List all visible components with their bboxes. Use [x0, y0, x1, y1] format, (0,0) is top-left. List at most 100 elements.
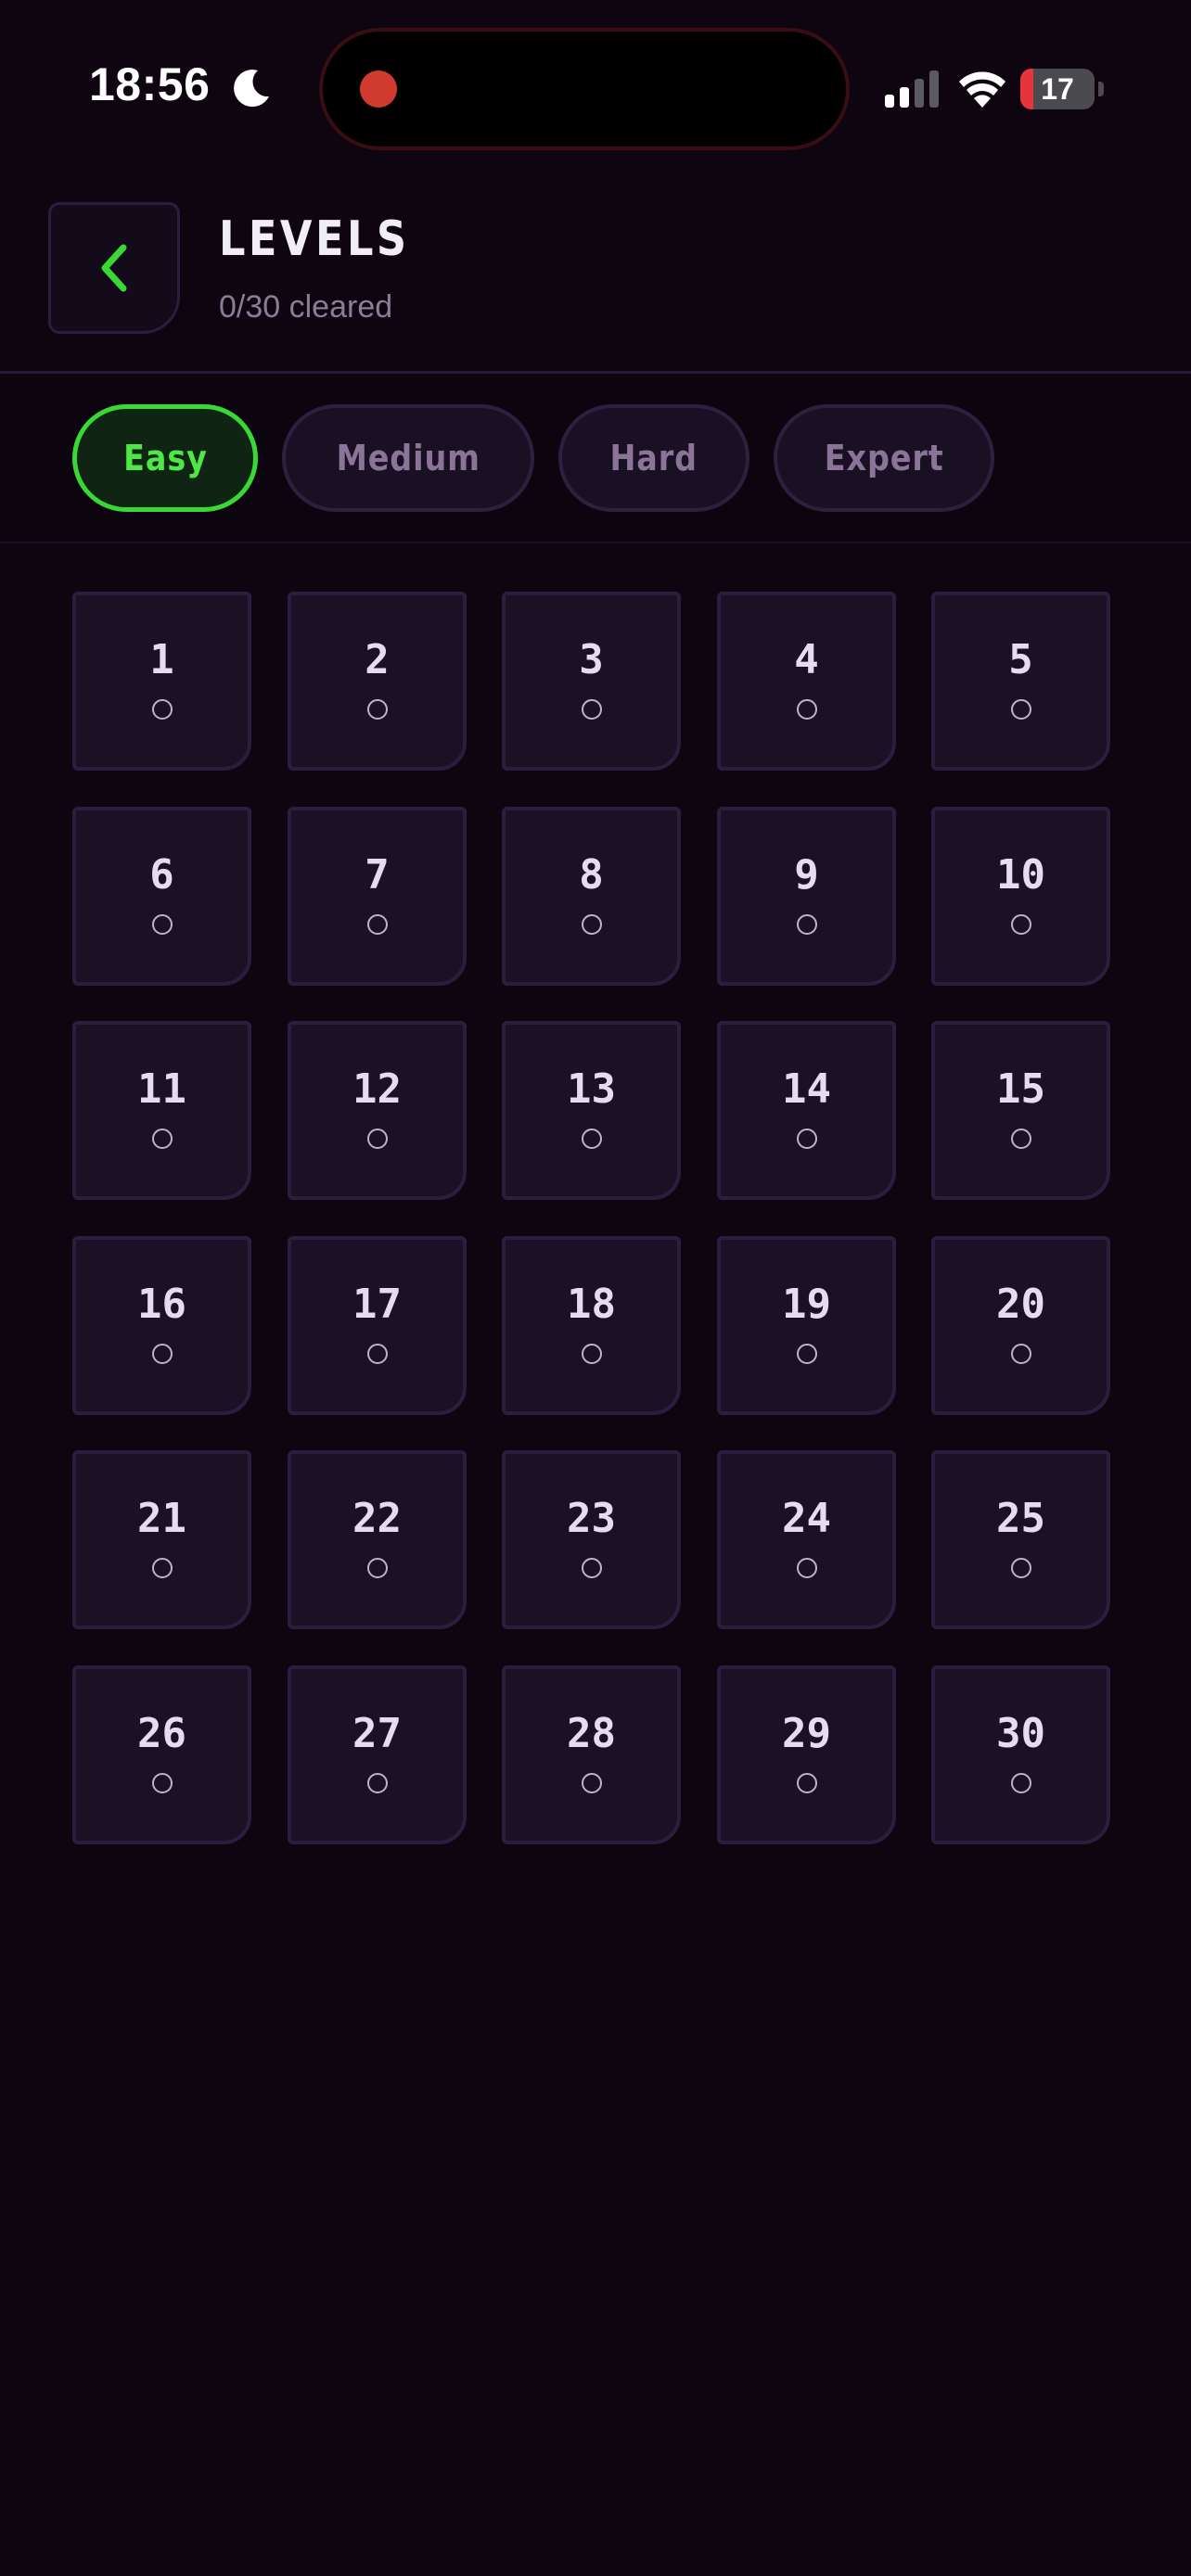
levels-cleared-count: 0/30 cleared	[219, 289, 393, 325]
level-number: 19	[782, 1281, 831, 1328]
level-tile-3[interactable]: 3	[502, 592, 681, 771]
level-number: 30	[996, 1710, 1045, 1757]
level-tile-24[interactable]: 24	[717, 1450, 896, 1629]
moon-icon	[234, 70, 269, 108]
empty-circle-icon	[367, 1344, 388, 1364]
level-number: 9	[794, 851, 819, 899]
empty-circle-icon	[367, 1773, 388, 1793]
empty-circle-icon	[1011, 1129, 1031, 1149]
empty-circle-icon	[797, 1344, 817, 1364]
level-tile-10[interactable]: 10	[931, 807, 1110, 986]
empty-circle-icon	[582, 699, 602, 720]
level-number: 20	[996, 1281, 1045, 1328]
empty-circle-icon	[367, 914, 388, 935]
level-number: 2	[365, 636, 390, 683]
battery-level: 17	[1041, 72, 1074, 106]
empty-circle-icon	[152, 699, 173, 720]
tab-hard-label: Hard	[609, 438, 698, 478]
level-tile-16[interactable]: 16	[72, 1236, 251, 1415]
level-tile-30[interactable]: 30	[931, 1665, 1110, 1844]
level-tile-11[interactable]: 11	[72, 1021, 251, 1200]
status-time: 18:56	[89, 58, 211, 110]
level-tile-28[interactable]: 28	[502, 1665, 681, 1844]
level-number: 11	[137, 1065, 186, 1113]
level-tile-23[interactable]: 23	[502, 1450, 681, 1629]
empty-circle-icon	[152, 1129, 173, 1149]
level-number: 23	[567, 1495, 616, 1542]
level-tile-19[interactable]: 19	[717, 1236, 896, 1415]
empty-circle-icon	[1011, 1344, 1031, 1364]
tab-easy[interactable]: Easy	[72, 404, 258, 512]
empty-circle-icon	[797, 1773, 817, 1793]
level-tile-26[interactable]: 26	[72, 1665, 251, 1844]
level-number: 27	[352, 1710, 402, 1757]
level-number: 6	[149, 851, 174, 899]
tab-medium-label: Medium	[336, 438, 480, 478]
battery-icon: 17	[1020, 69, 1104, 109]
level-tile-25[interactable]: 25	[931, 1450, 1110, 1629]
level-tile-17[interactable]: 17	[288, 1236, 467, 1415]
empty-circle-icon	[367, 1129, 388, 1149]
level-number: 24	[782, 1495, 831, 1542]
level-tile-7[interactable]: 7	[288, 807, 467, 986]
empty-circle-icon	[797, 699, 817, 720]
level-tile-9[interactable]: 9	[717, 807, 896, 986]
tabs-divider	[0, 542, 1191, 543]
level-number: 10	[996, 851, 1045, 899]
level-tile-21[interactable]: 21	[72, 1450, 251, 1629]
empty-circle-icon	[367, 699, 388, 720]
level-number: 5	[1008, 636, 1033, 683]
level-tile-6[interactable]: 6	[72, 807, 251, 986]
level-tile-14[interactable]: 14	[717, 1021, 896, 1200]
empty-circle-icon	[1011, 1558, 1031, 1578]
tab-expert-label: Expert	[824, 438, 944, 478]
status-bar: 18:56 17	[0, 0, 1191, 176]
level-tile-15[interactable]: 15	[931, 1021, 1110, 1200]
level-number: 1	[149, 636, 174, 683]
empty-circle-icon	[152, 1773, 173, 1793]
empty-circle-icon	[582, 1773, 602, 1793]
empty-circle-icon	[367, 1558, 388, 1578]
tab-easy-label: Easy	[122, 438, 208, 478]
level-tile-13[interactable]: 13	[502, 1021, 681, 1200]
back-button[interactable]	[48, 202, 180, 334]
level-number: 3	[579, 636, 604, 683]
level-tile-22[interactable]: 22	[288, 1450, 467, 1629]
level-number: 17	[352, 1281, 402, 1328]
wifi-icon	[959, 71, 1005, 108]
empty-circle-icon	[582, 1344, 602, 1364]
recording-indicator-icon	[360, 70, 397, 108]
level-tile-12[interactable]: 12	[288, 1021, 467, 1200]
level-tile-4[interactable]: 4	[717, 592, 896, 771]
level-tile-29[interactable]: 29	[717, 1665, 896, 1844]
tab-expert[interactable]: Expert	[774, 404, 994, 512]
level-number: 12	[352, 1065, 402, 1113]
level-number: 13	[567, 1065, 616, 1113]
level-tile-5[interactable]: 5	[931, 592, 1110, 771]
level-tile-8[interactable]: 8	[502, 807, 681, 986]
level-number: 26	[137, 1710, 186, 1757]
tab-medium[interactable]: Medium	[282, 404, 534, 512]
level-number: 4	[794, 636, 819, 683]
level-tile-27[interactable]: 27	[288, 1665, 467, 1844]
level-number: 25	[996, 1495, 1045, 1542]
empty-circle-icon	[582, 914, 602, 935]
empty-circle-icon	[152, 1344, 173, 1364]
level-number: 29	[782, 1710, 831, 1757]
empty-circle-icon	[582, 1558, 602, 1578]
level-number: 16	[137, 1281, 186, 1328]
level-tile-2[interactable]: 2	[288, 592, 467, 771]
page-title: LEVELS	[219, 211, 410, 267]
level-tile-18[interactable]: 18	[502, 1236, 681, 1415]
level-number: 8	[579, 851, 604, 899]
chevron-left-icon	[101, 244, 127, 292]
tab-hard[interactable]: Hard	[558, 404, 749, 512]
empty-circle-icon	[152, 1558, 173, 1578]
empty-circle-icon	[797, 914, 817, 935]
empty-circle-icon	[152, 914, 173, 935]
empty-circle-icon	[1011, 914, 1031, 935]
level-tile-1[interactable]: 1	[72, 592, 251, 771]
level-number: 15	[996, 1065, 1045, 1113]
level-tile-20[interactable]: 20	[931, 1236, 1110, 1415]
dynamic-island	[323, 32, 846, 147]
